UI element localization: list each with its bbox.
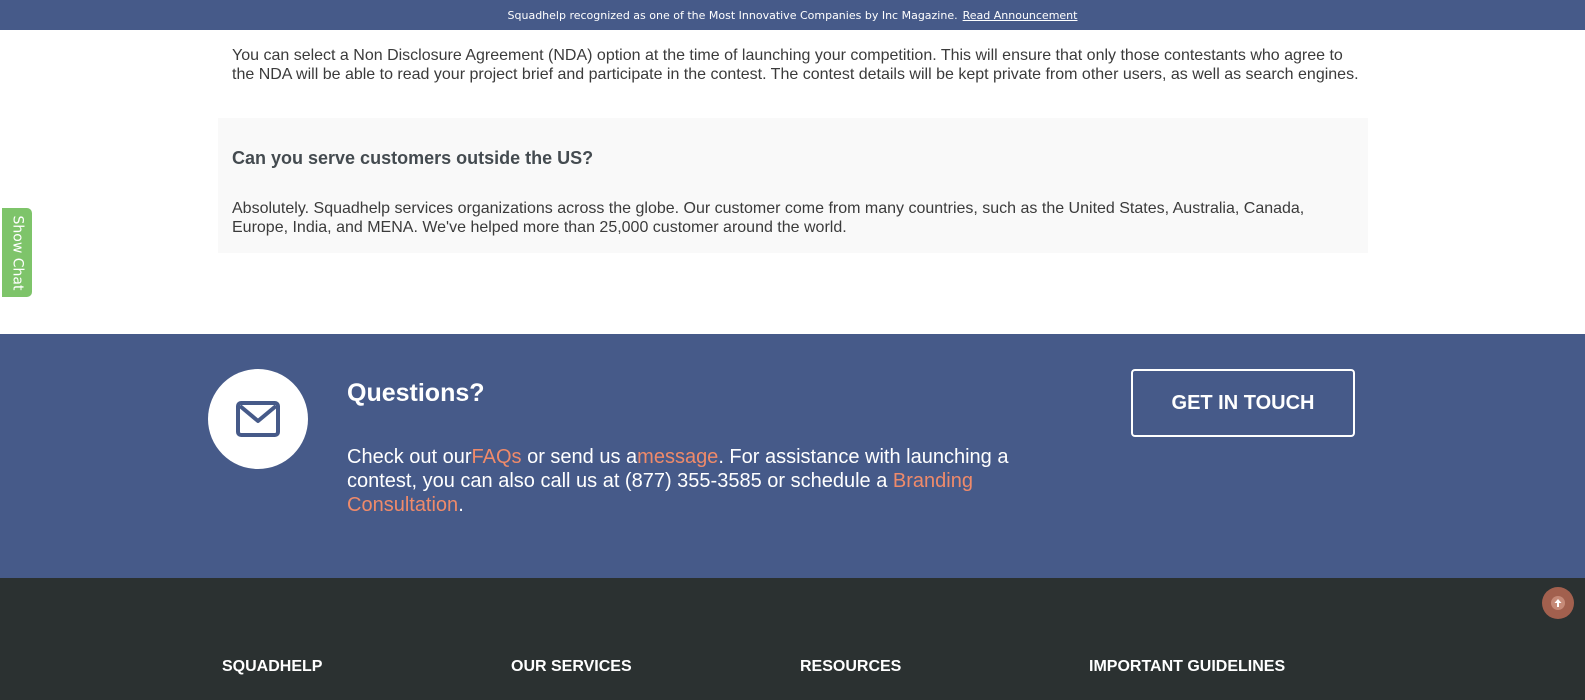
- message-link[interactable]: message: [637, 446, 718, 468]
- footer-heading-resources: RESOURCES: [800, 658, 902, 675]
- announcement-banner: Squadhelp recognized as one of the Most …: [0, 0, 1585, 30]
- faq-answer-nda: You can select a Non Disclosure Agreemen…: [232, 47, 1359, 83]
- faq-item: Can you serve customers outside the US? …: [218, 118, 1368, 253]
- faq-answer: Absolutely. Squadhelp services organizat…: [232, 200, 1305, 236]
- arrow-up-icon: [1551, 596, 1565, 610]
- questions-text-part: Check out our: [347, 446, 472, 468]
- questions-section: Questions? Check out ourFAQs or send us …: [0, 334, 1585, 578]
- questions-title: Questions?: [347, 379, 485, 407]
- footer: SQUADHELP OUR SERVICES RESOURCES IMPORTA…: [0, 578, 1585, 700]
- announcement-text: Squadhelp recognized as one of the Most …: [507, 8, 958, 22]
- faq-question[interactable]: Can you serve customers outside the US?: [232, 148, 593, 169]
- footer-heading-our-services: OUR SERVICES: [511, 658, 632, 675]
- faqs-link[interactable]: FAQs: [472, 446, 522, 468]
- footer-heading-important-guidelines: IMPORTANT GUIDELINES: [1089, 658, 1286, 675]
- scroll-to-top-button[interactable]: [1542, 587, 1574, 619]
- mail-icon-circle: [208, 369, 308, 469]
- read-announcement-link[interactable]: Read Announcement: [963, 9, 1078, 22]
- footer-heading-squadhelp: SQUADHELP: [222, 658, 323, 675]
- questions-text-part: or send us a: [521, 446, 638, 468]
- get-in-touch-button[interactable]: GET IN TOUCH: [1131, 369, 1355, 437]
- show-chat-button[interactable]: Show Chat: [2, 208, 32, 297]
- show-chat-label: Show Chat: [9, 215, 26, 290]
- mail-icon: [236, 401, 280, 437]
- questions-text-part: .: [458, 494, 464, 516]
- questions-text: Check out ourFAQs or send us amessage. F…: [347, 445, 1037, 517]
